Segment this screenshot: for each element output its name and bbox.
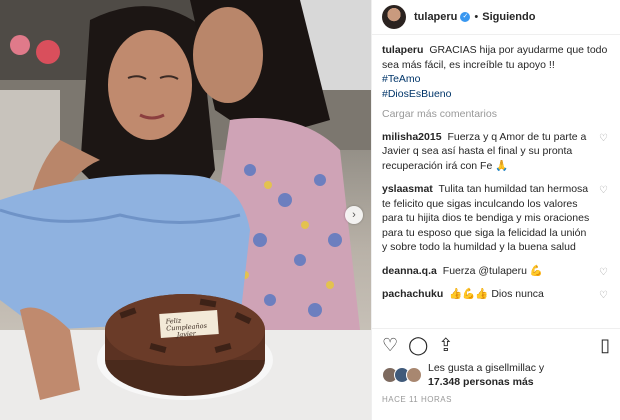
photo-illustration: Feliz Cumpleaños Javier — [0, 0, 371, 420]
like-comment-heart-icon[interactable]: ♡ — [599, 289, 608, 303]
caption-username[interactable]: tulaperu — [382, 44, 423, 56]
chevron-right-icon: › — [352, 209, 356, 221]
comment-username[interactable]: milisha2015 — [382, 131, 442, 143]
comments-area: tulaperu GRACIAS hija por ayudarme que t… — [372, 35, 620, 303]
post-header: tulaperu ✓ • Siguiendo — [372, 0, 620, 35]
hashtag-link[interactable]: #DiosEsBueno — [382, 87, 610, 102]
likes-line-2: 17.348 personas más — [428, 376, 534, 388]
verified-icon: ✓ — [460, 12, 471, 22]
cake-text-3: Javier — [174, 329, 197, 339]
follow-status-button[interactable]: Siguiendo — [482, 11, 535, 23]
post-sidebar: tulaperu ✓ • Siguiendo tulaperu GRACIAS … — [371, 0, 620, 420]
bookmark-icon[interactable]: ▯ — [600, 335, 610, 356]
heart-icon[interactable]: ♡ — [382, 335, 398, 356]
like-comment-heart-icon[interactable]: ♡ — [599, 266, 608, 281]
post-photo[interactable]: Feliz Cumpleaños Javier › — [0, 0, 371, 420]
likes-summary: Les gusta a gisellmillac y 17.348 person… — [382, 361, 610, 389]
action-icons: ♡ ◯ ⇪ ▯ — [382, 333, 610, 357]
separator-dot: • — [474, 11, 479, 23]
comment: yslaasmat Tulita tan humildad tan hermos… — [382, 182, 610, 255]
post-timestamp: HACE 11 HORAS — [382, 395, 452, 404]
comment-username[interactable]: yslaasmat — [382, 183, 433, 195]
comment-username[interactable]: deanna.q.a — [382, 265, 437, 277]
comment: pachachuku 👍💪👍 Dios nunca abandona ♡ — [382, 287, 610, 303]
header-username[interactable]: tulaperu — [414, 11, 457, 23]
instagram-post: Feliz Cumpleaños Javier › tulaperu ✓ • S… — [0, 0, 620, 420]
likes-line-1: Les gusta a gisellmillac y — [428, 362, 545, 374]
action-bar: ♡ ◯ ⇪ ▯ Les gusta a gisellmillac y 17.34… — [372, 328, 620, 404]
comment-text: Fuerza @tulaperu 💪 — [442, 264, 543, 277]
load-more-comments-link[interactable]: Cargar más comentarios — [382, 107, 610, 122]
likes-text[interactable]: Les gusta a gisellmillac y 17.348 person… — [428, 361, 544, 389]
comment: milisha2015 Fuerza y q Amor de tu parte … — [382, 130, 610, 174]
share-icon[interactable]: ⇪ — [438, 335, 453, 356]
caption: tulaperu GRACIAS hija por ayudarme que t… — [382, 43, 610, 101]
comment: deanna.q.a Fuerza @tulaperu 💪 ♡ — [382, 264, 610, 279]
like-comment-heart-icon[interactable]: ♡ — [599, 132, 608, 147]
hashtag-link[interactable]: #TeAmo — [382, 72, 610, 87]
liker-avatars — [382, 367, 422, 383]
avatar[interactable] — [406, 367, 422, 383]
comment-icon[interactable]: ◯ — [408, 335, 428, 356]
next-photo-button[interactable]: › — [345, 206, 363, 224]
like-comment-heart-icon[interactable]: ♡ — [599, 184, 608, 199]
avatar[interactable] — [382, 5, 406, 29]
comment-username[interactable]: pachachuku — [382, 288, 443, 300]
